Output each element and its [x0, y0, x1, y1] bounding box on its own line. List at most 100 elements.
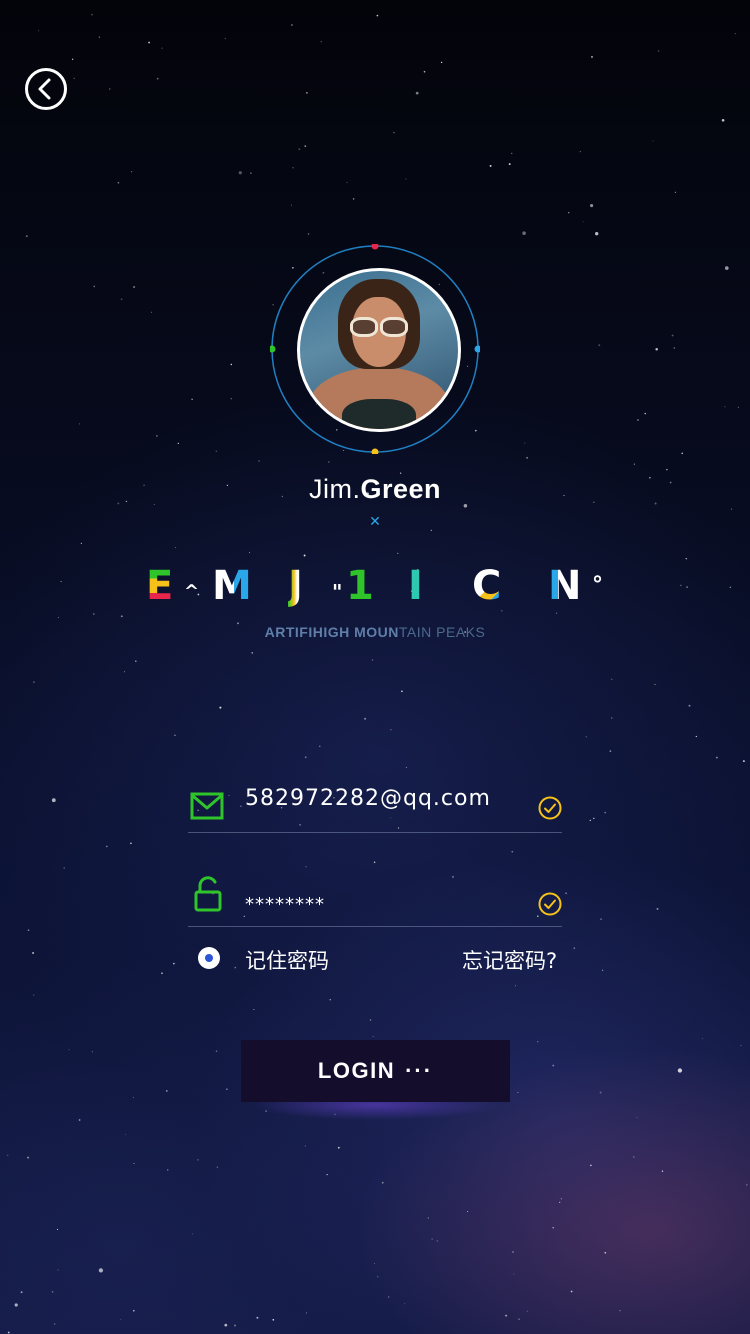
star: [681, 452, 683, 455]
star: [582, 221, 584, 223]
star: [98, 1268, 104, 1273]
star: [120, 615, 123, 618]
star: [508, 163, 511, 166]
star: [401, 690, 403, 693]
star: [230, 363, 232, 366]
brand-tagline-bold: ARTIFIHIGH MOUN: [264, 624, 399, 640]
star: [272, 1318, 275, 1321]
star: [132, 1096, 134, 1098]
star: [337, 1146, 340, 1149]
star: [135, 660, 137, 662]
star: [173, 962, 175, 965]
star: [598, 344, 601, 347]
login-button[interactable]: LOGIN ···: [241, 1040, 510, 1102]
star: [73, 77, 75, 80]
email-field[interactable]: 582972282@qq.com: [188, 772, 562, 833]
star: [404, 1303, 406, 1305]
star: [381, 1181, 384, 1184]
star: [430, 529, 432, 532]
star: [505, 1314, 508, 1317]
star: [57, 617, 59, 619]
star: [537, 1041, 539, 1043]
username-first: Jim.: [308, 474, 361, 504]
star: [291, 24, 293, 26]
brand-logo: E ^ M J " 1 I C N °: [140, 564, 610, 608]
star: [595, 232, 599, 236]
avatar-swimwear-shape: [342, 399, 416, 429]
star: [601, 969, 604, 972]
star: [655, 347, 658, 351]
star: [518, 1318, 520, 1320]
star: [320, 41, 322, 43]
email-value[interactable]: 582972282@qq.com: [245, 786, 491, 811]
star: [14, 1303, 18, 1307]
brand-letter: J: [288, 563, 303, 609]
star: [120, 298, 123, 301]
remember-password-radio[interactable]: [198, 947, 220, 969]
star: [131, 171, 133, 173]
star: [258, 460, 260, 462]
star: [729, 586, 732, 589]
star: [292, 167, 294, 169]
avatar-sunglasses-left: [350, 317, 378, 337]
star: [644, 412, 646, 415]
star: [304, 756, 307, 759]
star: [511, 850, 514, 853]
star: [604, 811, 606, 814]
star: [431, 1238, 433, 1240]
star: [92, 613, 95, 615]
star: [376, 14, 379, 17]
star: [216, 1166, 219, 1168]
unlock-icon: [194, 876, 222, 912]
star: [174, 547, 176, 549]
star: [174, 734, 176, 737]
star: [734, 33, 736, 35]
star: [721, 118, 725, 122]
star: [579, 150, 581, 153]
star: [249, 552, 251, 553]
brand-letter: °: [592, 573, 603, 598]
star: [156, 435, 158, 437]
star: [390, 729, 392, 731]
star: [686, 586, 688, 588]
forgot-password-link[interactable]: 忘记密码?: [462, 945, 557, 975]
star: [57, 1269, 59, 1271]
star: [573, 947, 576, 949]
star: [93, 285, 96, 288]
star: [517, 1091, 519, 1093]
star: [724, 266, 729, 270]
star: [32, 681, 35, 684]
star: [405, 766, 407, 769]
star: [440, 61, 443, 64]
star: [567, 211, 570, 214]
star: [303, 554, 306, 557]
star: [633, 463, 636, 465]
brand-letter: N: [548, 563, 582, 609]
star: [632, 1156, 635, 1158]
star: [610, 678, 613, 681]
password-value[interactable]: ********: [245, 894, 325, 915]
star: [7, 1154, 9, 1156]
star: [306, 92, 308, 94]
star: [130, 842, 132, 845]
star: [515, 985, 517, 987]
star: [609, 750, 612, 752]
star: [7, 1331, 10, 1334]
mail-icon: [190, 792, 224, 820]
star: [657, 50, 660, 52]
star: [666, 468, 668, 471]
password-field[interactable]: ********: [188, 866, 562, 927]
star: [56, 1228, 59, 1230]
ring-dot-red: [371, 244, 379, 250]
back-button[interactable]: [24, 67, 68, 111]
star: [352, 198, 355, 200]
star: [165, 1089, 168, 1092]
avatar[interactable]: [297, 268, 461, 432]
remember-password-label[interactable]: 记住密码: [245, 945, 329, 975]
brand-letter: E: [146, 563, 174, 609]
star: [371, 659, 374, 661]
star: [500, 609, 503, 612]
star: [715, 756, 718, 759]
star: [253, 1009, 255, 1010]
star: [526, 1310, 528, 1312]
